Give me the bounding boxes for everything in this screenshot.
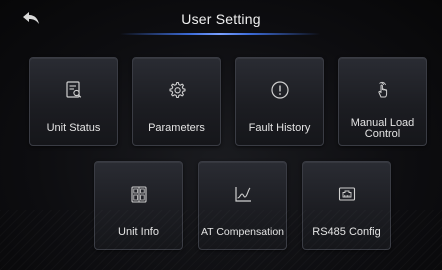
port-icon (338, 187, 355, 201)
manual-load-control-button[interactable]: Manual Load Control (338, 57, 427, 146)
curve-chart-icon (234, 187, 251, 202)
fault-history-button[interactable]: Fault History (235, 57, 324, 146)
page-title: User Setting (181, 11, 261, 27)
parameters-button[interactable]: Parameters (132, 57, 221, 146)
alert-icon (270, 81, 289, 99)
unit-status-button[interactable]: Unit Status (29, 57, 118, 146)
unit-status-icon (65, 81, 81, 98)
unit-info-button[interactable]: Unit Info (94, 161, 183, 250)
unit-info-icon (130, 186, 147, 203)
fault-history-label: Fault History (248, 122, 311, 134)
hand-touch-icon (377, 81, 387, 98)
manual-load-control-label: Manual Load Control (350, 117, 415, 140)
user-setting-screen: User Setting Unit Status Parameters Faul… (0, 0, 442, 270)
title-underline-glow (120, 33, 320, 35)
rs485-config-button[interactable]: RS485 Config (302, 161, 391, 250)
gear-icon (168, 81, 186, 99)
unit-info-label: Unit Info (118, 226, 159, 238)
rs485-config-label: RS485 Config (312, 226, 381, 238)
at-compensation-button[interactable]: AT Compensation (198, 161, 287, 250)
at-compensation-label: AT Compensation (200, 226, 285, 238)
unit-status-label: Unit Status (46, 122, 101, 134)
back-arrow-icon (23, 12, 39, 24)
back-button[interactable] (22, 11, 40, 25)
parameters-label: Parameters (148, 122, 205, 134)
